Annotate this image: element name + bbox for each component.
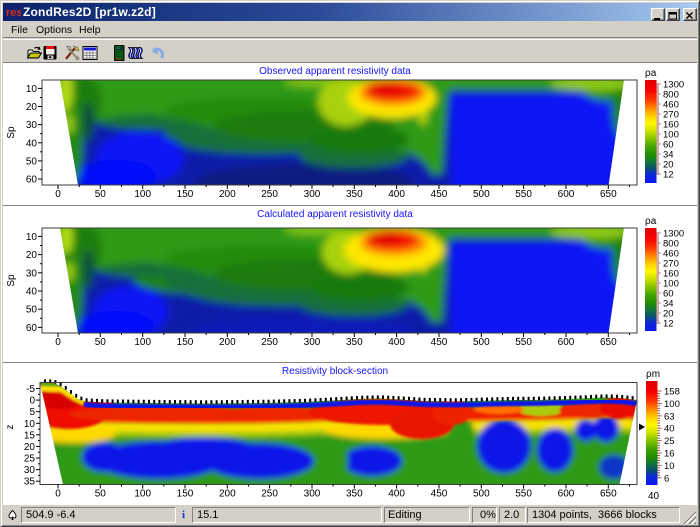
svg-text:20: 20 (26, 102, 38, 113)
svg-text:200: 200 (219, 189, 236, 200)
svg-text:ρa: ρa (645, 68, 657, 79)
svg-text:300: 300 (304, 337, 321, 348)
svg-text:100: 100 (664, 399, 680, 410)
svg-text:6: 6 (664, 473, 669, 484)
svg-text:250: 250 (261, 337, 278, 348)
svg-text:350: 350 (346, 489, 363, 500)
svg-text:12: 12 (663, 319, 674, 330)
svg-text:ρm: ρm (646, 369, 660, 380)
svg-text:10: 10 (664, 461, 675, 472)
svg-text:400: 400 (388, 337, 405, 348)
svg-text:40: 40 (26, 138, 38, 149)
svg-text:25: 25 (664, 436, 675, 447)
svg-text:500: 500 (473, 337, 490, 348)
svg-text:z: z (5, 425, 16, 430)
svg-text:450: 450 (431, 189, 448, 200)
svg-text:60: 60 (26, 323, 38, 334)
svg-text:5: 5 (29, 407, 35, 418)
svg-text:63: 63 (664, 411, 675, 422)
svg-text:250: 250 (261, 189, 278, 200)
svg-text:50: 50 (95, 489, 107, 500)
svg-text:-5: -5 (26, 384, 35, 395)
svg-text:Observed apparent resistivity: Observed apparent resistivity data (259, 66, 411, 77)
svg-text:Resistivity block-section: Resistivity block-section (282, 366, 388, 377)
svg-text:650: 650 (600, 337, 617, 348)
svg-text:20: 20 (26, 250, 38, 261)
svg-text:30: 30 (26, 268, 38, 279)
svg-text:50: 50 (95, 189, 107, 200)
svg-text:400: 400 (388, 489, 405, 500)
svg-text:500: 500 (473, 189, 490, 200)
svg-text:50: 50 (95, 337, 107, 348)
svg-text:100: 100 (134, 189, 151, 200)
svg-text:550: 550 (515, 337, 532, 348)
svg-text:10: 10 (26, 84, 38, 95)
svg-text:200: 200 (219, 337, 236, 348)
svg-text:500: 500 (473, 489, 490, 500)
svg-text:350: 350 (346, 189, 363, 200)
svg-text:60: 60 (26, 175, 38, 186)
svg-text:25: 25 (24, 454, 36, 465)
svg-text:100: 100 (134, 489, 151, 500)
svg-text:40: 40 (664, 424, 675, 435)
svg-text:0: 0 (29, 396, 35, 407)
svg-text:600: 600 (558, 189, 575, 200)
svg-text:350: 350 (346, 337, 363, 348)
svg-text:10: 10 (24, 419, 36, 430)
svg-text:400: 400 (388, 189, 405, 200)
svg-text:16: 16 (664, 449, 675, 460)
svg-text:10: 10 (26, 232, 38, 243)
svg-text:40: 40 (648, 491, 660, 502)
svg-text:300: 300 (304, 489, 321, 500)
svg-text:0: 0 (55, 337, 61, 348)
svg-text:550: 550 (515, 189, 532, 200)
svg-text:0: 0 (55, 489, 61, 500)
svg-text:450: 450 (431, 337, 448, 348)
svg-text:30: 30 (26, 120, 38, 131)
svg-text:550: 550 (515, 489, 532, 500)
svg-text:Calculated apparent resistivit: Calculated apparent resistivity data (257, 209, 413, 220)
svg-text:0: 0 (55, 189, 61, 200)
svg-text:50: 50 (26, 156, 38, 167)
svg-text:50: 50 (26, 305, 38, 316)
svg-text:150: 150 (177, 189, 194, 200)
svg-text:158: 158 (664, 387, 680, 398)
svg-text:600: 600 (558, 489, 575, 500)
svg-text:650: 650 (600, 189, 617, 200)
svg-text:Sp: Sp (6, 126, 17, 139)
svg-text:res: res (6, 7, 21, 19)
svg-text:250: 250 (261, 489, 278, 500)
svg-text:15: 15 (24, 430, 36, 441)
svg-text:450: 450 (431, 489, 448, 500)
svg-text:12: 12 (663, 170, 674, 181)
svg-text:150: 150 (177, 489, 194, 500)
svg-text:35: 35 (24, 477, 36, 488)
svg-text:300: 300 (304, 189, 321, 200)
svg-text:40: 40 (26, 287, 38, 298)
svg-text:Sp: Sp (6, 274, 17, 287)
svg-text:100: 100 (134, 337, 151, 348)
svg-text:i: i (182, 509, 185, 521)
svg-text:600: 600 (558, 337, 575, 348)
svg-text:150: 150 (177, 337, 194, 348)
svg-text:20: 20 (24, 442, 36, 453)
svg-text:30: 30 (24, 465, 36, 476)
svg-text:200: 200 (219, 489, 236, 500)
svg-text:ρa: ρa (645, 216, 657, 227)
svg-text:650: 650 (600, 489, 617, 500)
